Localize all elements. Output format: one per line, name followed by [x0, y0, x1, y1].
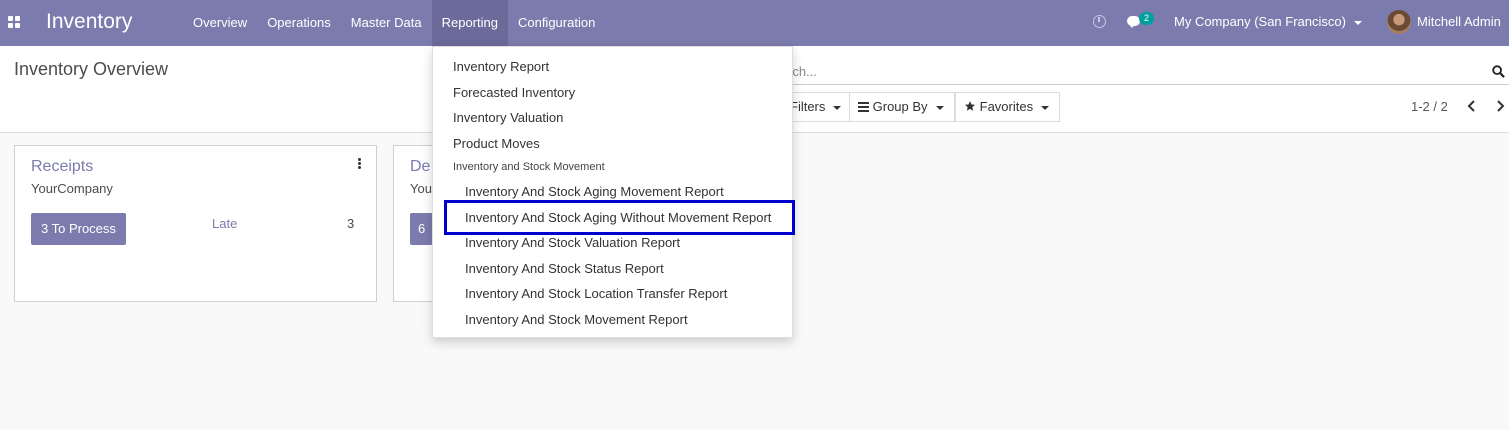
- menu-item-location-transfer-report[interactable]: Inventory And Stock Location Transfer Re…: [465, 286, 727, 301]
- late-count: 3: [347, 216, 355, 231]
- list-icon: [858, 102, 869, 112]
- menu-item-forecasted-inventory[interactable]: Forecasted Inventory: [453, 85, 575, 100]
- user-avatar[interactable]: [1387, 10, 1411, 34]
- pager-value[interactable]: 1-2 / 2: [1411, 99, 1448, 114]
- menu-operations[interactable]: Operations: [257, 0, 341, 46]
- receipts-card[interactable]: Receipts YourCompany 3 To Process Late 3: [14, 145, 377, 302]
- menu-item-aging-movement-report[interactable]: Inventory And Stock Aging Movement Repor…: [465, 184, 724, 199]
- card-title[interactable]: De: [410, 158, 430, 176]
- late-link[interactable]: Late: [212, 216, 237, 231]
- page-title: Inventory Overview: [14, 59, 169, 79]
- activity-clock-icon[interactable]: [1093, 15, 1106, 28]
- reporting-dropdown: Inventory Report Forecasted Inventory In…: [432, 46, 793, 338]
- caret-down-icon: [1353, 20, 1362, 25]
- menu-configuration[interactable]: Configuration: [508, 0, 605, 46]
- card-company: YourCompany: [31, 181, 113, 196]
- caret-down-icon: [935, 105, 944, 110]
- card-title[interactable]: Receipts: [31, 158, 93, 176]
- menu-master-data[interactable]: Master Data: [341, 0, 432, 46]
- menu-section-header: Inventory and Stock Movement: [453, 161, 605, 173]
- search-icon[interactable]: [1492, 65, 1505, 78]
- kebab-icon[interactable]: [358, 158, 361, 169]
- top-navbar: Inventory Overview Operations Master Dat…: [0, 0, 1509, 46]
- chevron-right-icon[interactable]: [1495, 99, 1505, 113]
- menu-item-product-moves[interactable]: Product Moves: [453, 136, 540, 151]
- apps-icon[interactable]: [8, 16, 20, 28]
- menu-item-status-report[interactable]: Inventory And Stock Status Report: [465, 261, 664, 276]
- chevron-left-icon[interactable]: [1467, 99, 1477, 113]
- card-company: You: [410, 181, 432, 196]
- group-by-label: Group By: [872, 99, 928, 114]
- group-by-button[interactable]: Group By: [849, 92, 955, 122]
- caret-down-icon: [833, 105, 842, 110]
- chat-count-badge: 2: [1139, 12, 1154, 25]
- search-input[interactable]: rch...: [780, 57, 1509, 85]
- main-menu: Overview Operations Master Data Reportin…: [183, 0, 605, 46]
- filters-label: Filters: [790, 99, 826, 114]
- star-icon: [965, 101, 975, 111]
- menu-item-movement-report[interactable]: Inventory And Stock Movement Report: [465, 312, 688, 327]
- selection-highlight: [444, 200, 795, 235]
- company-name: My Company (San Francisco): [1174, 14, 1346, 29]
- app-title[interactable]: Inventory: [46, 10, 132, 34]
- menu-item-inventory-valuation[interactable]: Inventory Valuation: [453, 110, 563, 125]
- user-menu[interactable]: Mitchell Admin: [1417, 14, 1501, 29]
- company-switcher[interactable]: My Company (San Francisco): [1174, 14, 1362, 29]
- to-process-button[interactable]: 3 To Process: [31, 213, 126, 245]
- menu-overview[interactable]: Overview: [183, 0, 257, 46]
- menu-item-valuation-report[interactable]: Inventory And Stock Valuation Report: [465, 235, 680, 250]
- to-process-button[interactable]: 6: [410, 213, 434, 245]
- menu-item-inventory-report[interactable]: Inventory Report: [453, 59, 549, 74]
- menu-reporting[interactable]: Reporting: [431, 0, 508, 46]
- favorites-label: Favorites: [979, 99, 1034, 114]
- caret-down-icon: [1041, 105, 1050, 110]
- favorites-button[interactable]: Favorites: [955, 92, 1060, 122]
